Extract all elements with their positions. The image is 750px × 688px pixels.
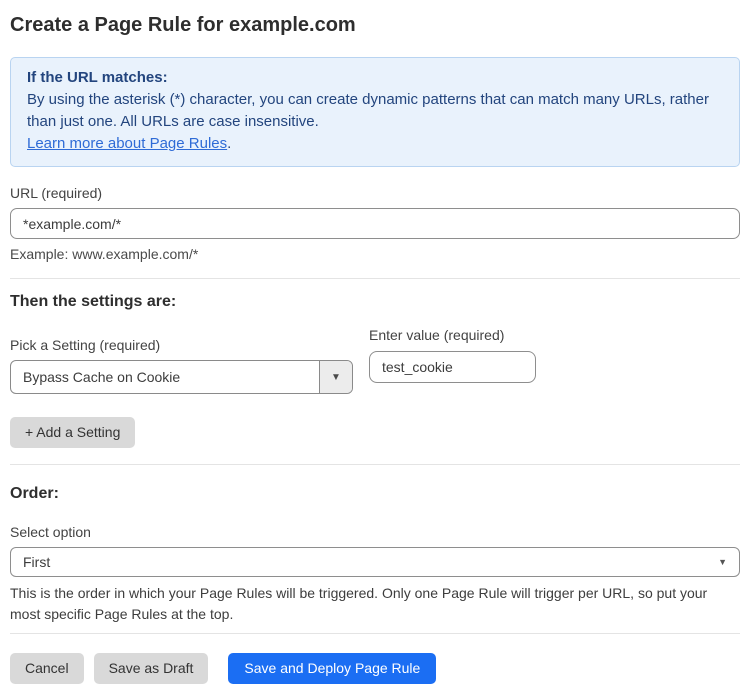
dropdown-arrow-icon: ▼ [331,372,341,383]
divider [10,464,740,465]
learn-more-link[interactable]: Learn more about Page Rules [27,135,227,152]
setting-select[interactable]: Bypass Cache on Cookie ▼ [10,360,353,394]
url-field-helper: Example: www.example.com/* [10,246,740,263]
create-page-rule-form: Create a Page Rule for example.com If th… [0,13,750,684]
setting-select-group: Pick a Setting (required) Bypass Cache o… [10,319,353,394]
save-as-draft-button[interactable]: Save as Draft [94,653,209,684]
footer-buttons: Cancel Save as Draft Save and Deploy Pag… [10,653,740,684]
cancel-button[interactable]: Cancel [10,653,84,684]
add-setting-button[interactable]: + Add a Setting [10,417,135,448]
order-select-label: Select option [10,524,740,541]
order-section-heading: Order: [10,484,740,503]
page-title: Create a Page Rule for example.com [10,13,740,38]
info-box-heading: If the URL matches: [27,67,723,89]
settings-section-heading: Then the settings are: [10,292,740,311]
info-box-body: By using the asterisk (*) character, you… [27,91,709,130]
save-and-deploy-button[interactable]: Save and Deploy Page Rule [228,653,436,684]
order-select[interactable]: First ▼ [10,547,740,577]
url-input[interactable] [10,208,740,239]
settings-row: Pick a Setting (required) Bypass Cache o… [10,319,740,394]
setting-select-value: Bypass Cache on Cookie [11,361,319,393]
order-select-value: First [23,554,50,570]
setting-select-label: Pick a Setting (required) [10,337,353,354]
order-helper-text: This is the order in which your Page Rul… [10,583,740,625]
divider [10,633,740,634]
link-suffix: . [227,135,231,152]
value-field-label: Enter value (required) [369,327,536,344]
setting-value-input[interactable] [369,351,536,383]
url-field-label: URL (required) [10,185,740,202]
value-field-group: Enter value (required) [369,327,536,394]
divider [10,278,740,279]
url-matches-info-box: If the URL matches: By using the asteris… [10,57,740,167]
chevron-down-icon: ▼ [718,557,727,567]
dropdown-arrow-button[interactable]: ▼ [319,361,352,393]
